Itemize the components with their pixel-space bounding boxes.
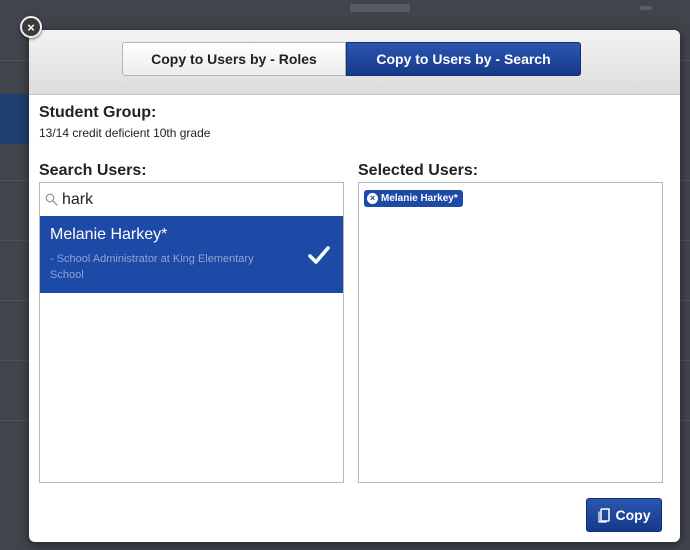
chip-label: Melanie Harkey* bbox=[381, 193, 458, 204]
search-icon bbox=[45, 193, 58, 206]
background-knob bbox=[640, 6, 652, 10]
student-group-label: Student Group: bbox=[39, 104, 157, 121]
result-user-name: Melanie Harkey* bbox=[50, 226, 168, 243]
selected-users-panel: × Melanie Harkey* bbox=[358, 182, 663, 483]
copy-icon bbox=[597, 508, 610, 523]
background-highlight bbox=[0, 94, 30, 144]
remove-chip-icon[interactable]: × bbox=[367, 193, 378, 204]
copy-button[interactable]: Copy bbox=[586, 498, 662, 532]
search-users-panel: Melanie Harkey* - School Administrator a… bbox=[39, 182, 344, 483]
copy-button-label: Copy bbox=[615, 507, 651, 523]
tab-copy-by-roles[interactable]: Copy to Users by - Roles bbox=[122, 42, 346, 76]
close-icon[interactable]: × bbox=[20, 16, 42, 38]
result-user-detail: - School Administrator at King Elementar… bbox=[50, 253, 254, 281]
selected-user-chip[interactable]: × Melanie Harkey* bbox=[364, 190, 463, 207]
student-group-name: 13/14 credit deficient 10th grade bbox=[39, 126, 211, 140]
modal-header: Copy to Users by - Roles Copy to Users b… bbox=[29, 30, 680, 95]
checkmark-icon bbox=[308, 246, 330, 264]
tab-copy-by-search[interactable]: Copy to Users by - Search bbox=[346, 42, 581, 76]
selected-users-label: Selected Users: bbox=[358, 162, 479, 179]
search-result-item[interactable]: Melanie Harkey* - School Administrator a… bbox=[40, 216, 343, 293]
search-box bbox=[40, 183, 343, 217]
search-users-label: Search Users: bbox=[39, 162, 147, 179]
background-bar bbox=[350, 4, 410, 12]
copy-users-modal: Copy to Users by - Roles Copy to Users b… bbox=[29, 30, 680, 542]
search-input[interactable] bbox=[62, 190, 302, 209]
